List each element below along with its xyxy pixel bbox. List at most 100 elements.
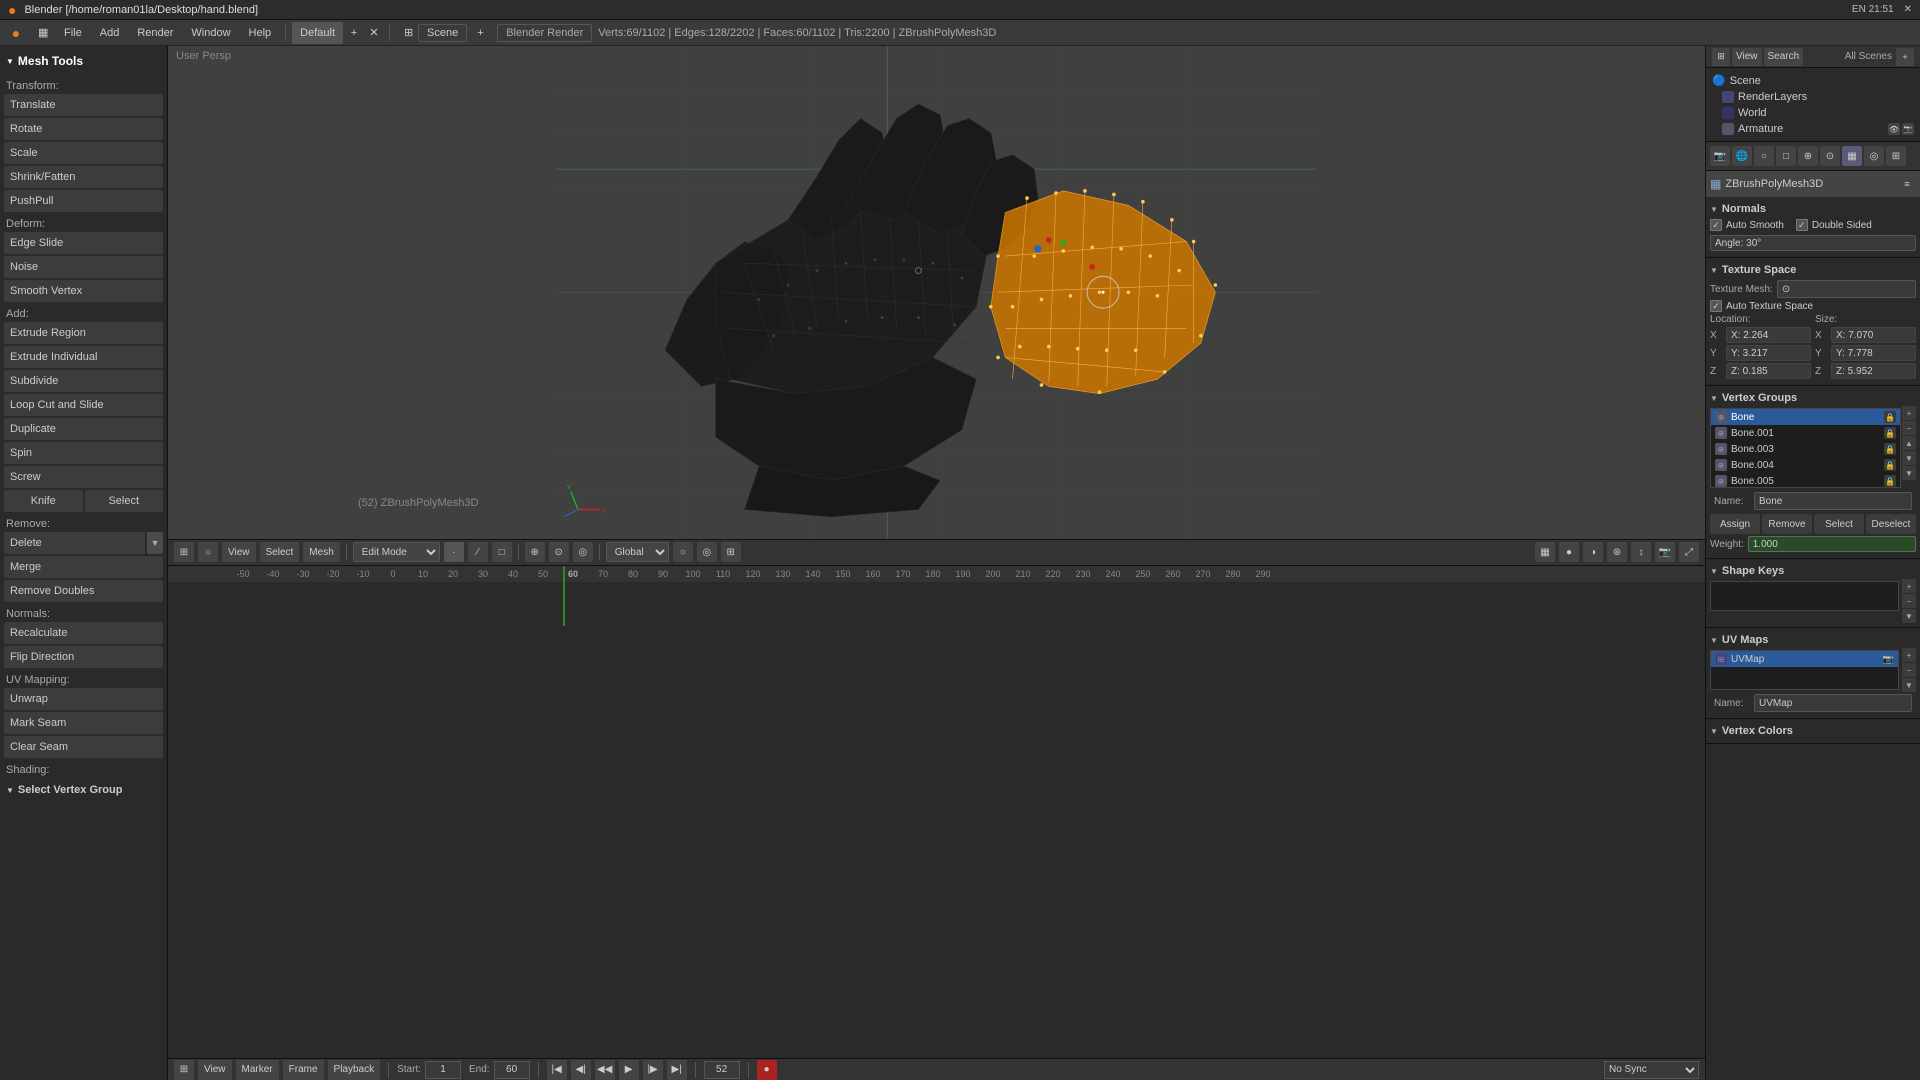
mark-seam-btn[interactable]: Mark Seam (4, 712, 163, 734)
extrude-region-btn[interactable]: Extrude Region (4, 322, 163, 344)
clear-seam-btn[interactable]: Clear Seam (4, 736, 163, 758)
data-props-icon[interactable]: ▦ (1842, 146, 1862, 166)
viewport-mode-icon[interactable]: ⊞ (174, 542, 194, 562)
vgroup-select-btn[interactable]: Select (1814, 514, 1864, 534)
armature-restrict-icon[interactable]: 👁 (1888, 123, 1900, 135)
angle-field[interactable]: Angle: 30° (1710, 235, 1916, 251)
vgroup-remove-action-btn[interactable]: Remove (1762, 514, 1812, 534)
uv-name-input[interactable] (1754, 694, 1912, 712)
screw-btn[interactable]: Screw (4, 466, 163, 488)
recalculate-btn[interactable]: Recalculate (4, 622, 163, 644)
vgroup-lock-3[interactable]: 🔒 (1884, 459, 1896, 471)
play-reverse-btn[interactable]: ◀◀ (595, 1060, 615, 1080)
rs-search-btn[interactable]: Search (1764, 48, 1804, 66)
shape-key-remove-btn[interactable]: − (1902, 594, 1916, 608)
uv-map-add-btn[interactable]: + (1902, 648, 1916, 662)
delete-btn[interactable]: Delete (4, 532, 145, 554)
knife-btn[interactable]: Knife (4, 490, 83, 512)
shrink-fatten-btn[interactable]: Shrink/Fatten (4, 166, 163, 188)
transform-snap-icon[interactable]: ⊕ (525, 542, 545, 562)
3d-viewport[interactable]: User Persp (168, 46, 1705, 539)
uv-map-down-btn[interactable]: ▼ (1902, 678, 1916, 692)
object-props-icon[interactable]: □ (1776, 146, 1796, 166)
close-icon[interactable]: ✕ (1904, 4, 1912, 15)
edit-mode-selector[interactable]: Edit Mode Object Mode (353, 542, 440, 562)
double-sided-checkbox[interactable]: ✓ (1796, 219, 1808, 231)
rs-expand-icon[interactable]: + (1896, 48, 1914, 66)
viewport-select-btn[interactable]: Select (260, 542, 300, 562)
uv-map-uvmap[interactable]: ⊞ UVMap 📷 (1711, 651, 1898, 667)
rotate-btn[interactable]: Rotate (4, 118, 163, 140)
vgroup-name-input[interactable] (1754, 492, 1912, 510)
vgroup-bone-004[interactable]: ⊕ Bone.004 🔒 (1711, 457, 1900, 473)
auto-smooth-checkbox[interactable]: ✓ (1710, 219, 1722, 231)
proportional-connected[interactable]: ◎ (697, 542, 717, 562)
layout-expand[interactable]: + (345, 22, 363, 44)
vgroup-bone[interactable]: ⊕ Bone 🔒 (1711, 409, 1900, 425)
merge-btn[interactable]: Merge (4, 556, 163, 578)
vertex-select-icon[interactable]: · (444, 542, 464, 562)
material-props-icon[interactable]: ◎ (1864, 146, 1884, 166)
transform-icon3[interactable]: ◎ (573, 542, 593, 562)
timeline-playback-btn[interactable]: Playback (328, 1060, 381, 1080)
viewport-mesh-btn[interactable]: Mesh (303, 542, 339, 562)
armature-render-icon[interactable]: 📷 (1902, 123, 1914, 135)
fullscreen-icon[interactable]: ⤢ (1679, 542, 1699, 562)
vgroup-deselect-btn[interactable]: Deselect (1866, 514, 1916, 534)
sync-selector[interactable]: No Sync Frame Dropping AV-sync (1604, 1061, 1699, 1079)
vgroup-remove-btn[interactable]: − (1902, 421, 1916, 435)
scene-tree-armature[interactable]: Armature 👁 📷 (1710, 121, 1916, 137)
uv-map-remove-btn[interactable]: − (1902, 663, 1916, 677)
scene-tree-scene[interactable]: 🔵 Scene (1710, 72, 1916, 89)
z-coord-field[interactable]: Z: 0.185 (1726, 363, 1811, 379)
vgroup-up-btn[interactable]: ▲ (1902, 436, 1916, 450)
texture-space-title[interactable]: Texture Space (1710, 262, 1916, 278)
push-pull-btn[interactable]: PushPull (4, 190, 163, 212)
texture-mesh-field[interactable]: ⊙ (1777, 280, 1916, 298)
timeline-type-icon[interactable]: ⊞ (174, 1060, 194, 1080)
vgroup-lock-1[interactable]: 🔒 (1884, 427, 1896, 439)
vgroup-assign-btn[interactable]: Assign (1710, 514, 1760, 534)
shape-key-add-btn[interactable]: + (1902, 579, 1916, 593)
start-frame-input[interactable] (425, 1061, 461, 1079)
rs-view-icon[interactable]: ⊞ (1712, 48, 1730, 66)
y-coord-field[interactable]: Y: 3.217 (1726, 345, 1811, 361)
scale-btn[interactable]: Scale (4, 142, 163, 164)
duplicate-btn[interactable]: Duplicate (4, 418, 163, 440)
overlay-icon[interactable]: ◑ (1583, 542, 1603, 562)
shape-keys-title[interactable]: Shape Keys (1710, 563, 1916, 579)
spin-btn[interactable]: Spin (4, 442, 163, 464)
vgroup-down-btn[interactable]: ▼ (1902, 451, 1916, 465)
viewport-eye-icon[interactable]: ○ (198, 542, 218, 562)
smooth-vertex-btn[interactable]: Smooth Vertex (4, 280, 163, 302)
jump-end-btn[interactable]: ▶| (667, 1060, 687, 1080)
unwrap-btn[interactable]: Unwrap (4, 688, 163, 710)
timeline-view-btn[interactable]: View (198, 1060, 232, 1080)
render-preview-icon[interactable]: ▦ (1535, 542, 1555, 562)
translate-btn[interactable]: Translate (4, 94, 163, 116)
renderer-selector[interactable]: Blender Render (497, 24, 592, 42)
scene-props-icon[interactable]: 🌐 (1732, 146, 1752, 166)
keying-icon[interactable]: ● (757, 1060, 777, 1080)
sy-coord-field[interactable]: Y: 7.778 (1831, 345, 1916, 361)
vgroup-lock-4[interactable]: 🔒 (1884, 475, 1896, 487)
timeline-marker-btn[interactable]: Marker (236, 1060, 279, 1080)
prop-edit-icon[interactable]: ○ (673, 542, 693, 562)
vgroup-bone-001[interactable]: ⊕ Bone.001 🔒 (1711, 425, 1900, 441)
vertex-colors-title[interactable]: Vertex Colors (1710, 723, 1916, 739)
jump-start-btn[interactable]: |◀ (547, 1060, 567, 1080)
vgroup-lock-2[interactable]: 🔒 (1884, 443, 1896, 455)
shape-key-down-btn[interactable]: ▼ (1902, 609, 1916, 623)
transform-icon2[interactable]: ⊙ (549, 542, 569, 562)
sz-coord-field[interactable]: Z: 5.952 (1831, 363, 1916, 379)
extrude-individual-btn[interactable]: Extrude Individual (4, 346, 163, 368)
blender-icon-button[interactable]: ● (4, 22, 28, 44)
scene-selector[interactable]: Scene (418, 24, 467, 42)
vgroup-bone-003[interactable]: ⊕ Bone.003 🔒 (1711, 441, 1900, 457)
x-coord-field[interactable]: X: 2.264 (1726, 327, 1811, 343)
sx-coord-field[interactable]: X: 7.070 (1831, 327, 1916, 343)
end-frame-input[interactable] (494, 1061, 530, 1079)
face-select-icon[interactable]: □ (492, 542, 512, 562)
texture-display-icon[interactable]: ⊛ (1607, 542, 1627, 562)
vgroup-lock-0[interactable]: 🔒 (1884, 411, 1896, 423)
